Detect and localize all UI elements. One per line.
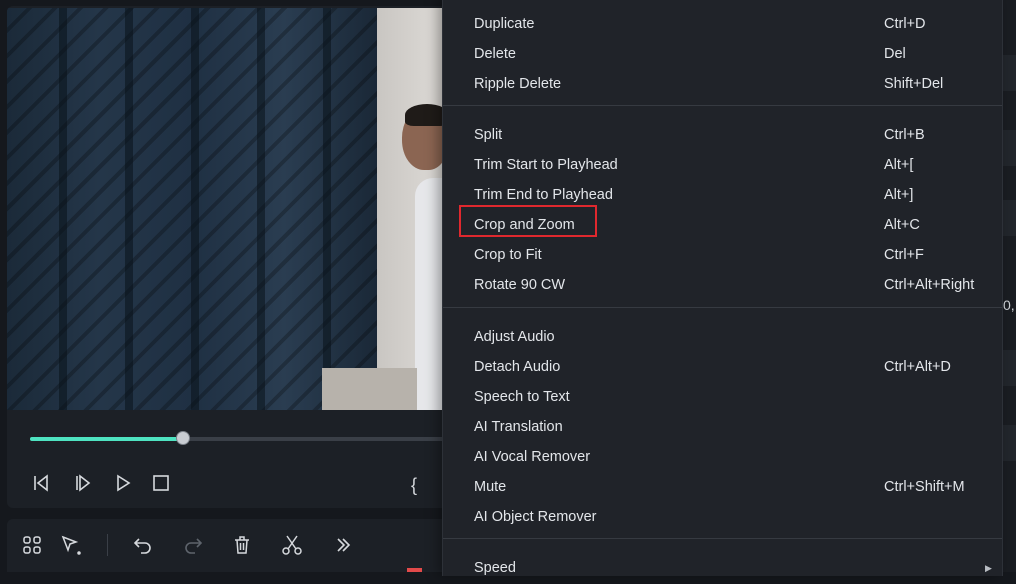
panel-row bbox=[1001, 350, 1016, 386]
menu-item-delete[interactable]: Delete Del bbox=[443, 40, 1002, 70]
timeline-toolbar bbox=[7, 519, 477, 572]
menu-item-shortcut: Ctrl+Shift+M bbox=[884, 479, 965, 495]
menu-item-label: Delete bbox=[474, 46, 516, 62]
menu-item-shortcut: Ctrl+D bbox=[884, 16, 926, 32]
menu-item-label: Adjust Audio bbox=[474, 329, 555, 345]
video-door-region bbox=[7, 8, 377, 410]
menu-item-label: AI Vocal Remover bbox=[474, 449, 591, 465]
menu-item-shortcut: Ctrl+B bbox=[884, 127, 925, 143]
door-groove bbox=[59, 8, 67, 410]
mark-in-icon[interactable]: { bbox=[411, 475, 417, 496]
playback-progress bbox=[30, 437, 183, 441]
menu-item-label: Speech to Text bbox=[474, 389, 570, 405]
menu-item-crop-to-fit[interactable]: Crop to Fit Ctrl+F bbox=[443, 241, 1002, 271]
menu-item-label: Trim Start to Playhead bbox=[474, 157, 618, 173]
menu-item-label: Ripple Delete bbox=[474, 76, 562, 92]
menu-item-label: Detach Audio bbox=[474, 359, 561, 375]
menu-item-shortcut: Alt+[ bbox=[884, 157, 914, 173]
right-side-panel bbox=[1001, 0, 1016, 572]
menu-item-label: Split bbox=[474, 127, 503, 143]
video-preview[interactable] bbox=[7, 8, 477, 410]
menu-item-label: AI Translation bbox=[474, 419, 563, 435]
delete-trash-icon[interactable] bbox=[230, 533, 254, 557]
menu-item-split[interactable]: Split Ctrl+B bbox=[443, 121, 1002, 151]
menu-item-speech-to-text[interactable]: Speech to Text bbox=[443, 383, 1002, 413]
select-pointer-icon[interactable] bbox=[59, 533, 83, 557]
menu-item-shortcut: Del bbox=[884, 46, 906, 62]
play-icon[interactable] bbox=[112, 472, 134, 494]
menu-item-label: AI Object Remover bbox=[474, 509, 597, 525]
menu-separator bbox=[443, 538, 1002, 539]
menu-item-rotate-90-cw[interactable]: Rotate 90 CW Ctrl+Alt+Right bbox=[443, 271, 1002, 301]
split-scissors-icon[interactable] bbox=[280, 533, 304, 557]
stop-icon[interactable] bbox=[150, 472, 172, 494]
next-frame-icon[interactable] bbox=[72, 472, 94, 494]
menu-item-label: Crop to Fit bbox=[474, 247, 542, 263]
menu-item-ripple-delete[interactable]: Ripple Delete Shift+Del bbox=[443, 70, 1002, 100]
crop-and-zoom-highlight bbox=[459, 205, 597, 237]
menu-item-label: Mute bbox=[474, 479, 507, 495]
menu-item-ai-vocal-remover[interactable]: AI Vocal Remover bbox=[443, 443, 1002, 473]
panel-row bbox=[1001, 55, 1016, 91]
layout-grid-icon[interactable] bbox=[20, 533, 44, 557]
submenu-arrow-icon: ▶ bbox=[985, 563, 992, 573]
menu-item-shortcut: Ctrl+F bbox=[884, 247, 924, 263]
menu-item-shortcut: Ctrl+Alt+D bbox=[884, 359, 951, 375]
clip-context-menu: Duplicate Ctrl+D Delete Del Ripple Delet… bbox=[442, 0, 1003, 576]
panel-row bbox=[1001, 130, 1016, 166]
video-box bbox=[322, 368, 417, 410]
menu-item-shortcut: Shift+Del bbox=[884, 76, 944, 92]
redo-icon[interactable] bbox=[181, 533, 205, 557]
undo-icon[interactable] bbox=[131, 533, 155, 557]
menu-item-ai-object-remover[interactable]: AI Object Remover bbox=[443, 503, 1002, 533]
menu-item-label: Duplicate bbox=[474, 16, 535, 32]
menu-item-trim-start[interactable]: Trim Start to Playhead Alt+[ bbox=[443, 151, 1002, 181]
menu-item-detach-audio[interactable]: Detach Audio Ctrl+Alt+D bbox=[443, 353, 1002, 383]
menu-item-speed[interactable]: Speed ▶ bbox=[443, 554, 1002, 584]
right-panel-value: 0, bbox=[1003, 297, 1015, 313]
menu-separator bbox=[443, 105, 1002, 106]
door-groove bbox=[125, 8, 133, 410]
panel-row bbox=[1001, 200, 1016, 236]
menu-item-shortcut: Alt+C bbox=[884, 217, 920, 233]
menu-item-shortcut: Alt+] bbox=[884, 187, 914, 203]
toolbar-divider bbox=[107, 534, 108, 556]
preview-panel: { bbox=[7, 6, 477, 508]
timeline-marker bbox=[407, 568, 422, 572]
menu-item-adjust-audio[interactable]: Adjust Audio bbox=[443, 323, 1002, 353]
menu-item-duplicate[interactable]: Duplicate Ctrl+D bbox=[443, 10, 1002, 40]
menu-item-label: Speed bbox=[474, 560, 516, 576]
prev-frame-icon[interactable] bbox=[30, 472, 52, 494]
menu-item-label: Trim End to Playhead bbox=[474, 187, 613, 203]
door-groove bbox=[191, 8, 199, 410]
menu-item-mute[interactable]: Mute Ctrl+Shift+M bbox=[443, 473, 1002, 503]
panel-row bbox=[1001, 425, 1016, 461]
door-groove bbox=[257, 8, 265, 410]
menu-item-label: Rotate 90 CW bbox=[474, 277, 566, 293]
door-groove bbox=[323, 8, 331, 410]
menu-item-ai-translation[interactable]: AI Translation bbox=[443, 413, 1002, 443]
playhead-knob[interactable] bbox=[176, 431, 190, 445]
menu-separator bbox=[443, 307, 1002, 308]
more-chevrons-icon[interactable] bbox=[331, 533, 355, 557]
menu-item-shortcut: Ctrl+Alt+Right bbox=[884, 277, 975, 293]
